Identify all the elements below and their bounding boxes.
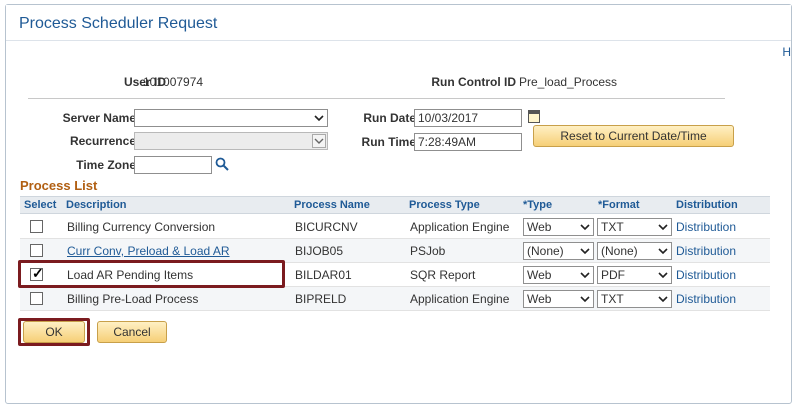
time-zone-input[interactable] (134, 156, 212, 174)
table-row: Billing Pre-Load Process BIPRELD Applica… (20, 287, 770, 311)
format-select[interactable]: PDF (597, 266, 672, 284)
table-row: Billing Currency Conversion BICURCNV App… (20, 215, 770, 239)
select-checkbox[interactable] (30, 244, 43, 257)
column-header-select: Select (24, 199, 57, 211)
distribution-link[interactable]: Distribution (676, 244, 736, 258)
chevron-down-icon (580, 296, 590, 303)
chevron-down-icon (580, 272, 590, 279)
select-checkbox[interactable] (30, 220, 43, 233)
type-select[interactable]: Web (523, 266, 594, 284)
server-name-label: Server Name (62, 111, 136, 125)
type-value: Web (527, 220, 552, 234)
select-checkbox[interactable] (30, 292, 43, 305)
type-value: Web (527, 268, 552, 282)
server-name-select[interactable] (134, 109, 328, 127)
run-time-label: Run Time (361, 135, 416, 149)
format-value: TXT (601, 292, 624, 306)
format-select[interactable]: TXT (597, 218, 672, 236)
chevron-down-icon (658, 224, 668, 231)
ok-button[interactable]: OK (23, 321, 85, 343)
column-header-description: Description (66, 199, 127, 211)
run-date-input[interactable]: 10/03/2017 (414, 109, 522, 127)
page-title: Process Scheduler Request (19, 15, 218, 32)
process-name-cell: BIJOB05 (295, 244, 344, 258)
type-value: Web (527, 292, 552, 306)
process-name-cell: BILDAR01 (295, 268, 352, 282)
description-cell: Billing Currency Conversion (67, 220, 216, 234)
chevron-down-icon (658, 296, 668, 303)
process-type-cell: PSJob (410, 244, 446, 258)
distribution-link[interactable]: Distribution (676, 268, 736, 282)
user-id-value: 101007974 (143, 75, 204, 89)
description-link[interactable]: Curr Conv, Preload & Load AR (67, 244, 230, 258)
process-type-cell: Application Engine (410, 292, 510, 306)
process-type-cell: Application Engine (410, 220, 510, 234)
chevron-down-icon (580, 248, 590, 255)
description-cell: Billing Pre-Load Process (67, 292, 199, 306)
header-divider (28, 98, 725, 99)
process-list-header: Select Description Process Name Process … (20, 196, 770, 214)
chevron-down-icon (312, 134, 326, 148)
chevron-down-icon (658, 272, 668, 279)
recurrence-select[interactable] (134, 132, 328, 150)
format-select[interactable]: (None) (597, 242, 672, 260)
process-name-cell: BIPRELD (295, 292, 347, 306)
reset-date-time-button[interactable]: Reset to Current Date/Time (533, 125, 734, 147)
run-date-value: 10/03/2017 (418, 111, 479, 125)
process-list-title: Process List (20, 178, 98, 193)
chevron-down-icon (314, 115, 324, 122)
format-select[interactable]: TXT (597, 290, 672, 308)
distribution-link[interactable]: Distribution (676, 292, 736, 306)
run-control-id-value: Pre_load_Process (519, 75, 618, 89)
type-select[interactable]: Web (523, 218, 594, 236)
column-header-process-type: Process Type (409, 199, 480, 211)
distribution-link[interactable]: Distribution (676, 220, 736, 234)
type-value: (None) (527, 244, 564, 258)
column-header-type: *Type (523, 199, 553, 211)
search-icon[interactable] (215, 157, 229, 171)
chevron-down-icon (658, 248, 668, 255)
column-header-process-name: Process Name (294, 199, 370, 211)
process-type-cell: SQR Report (410, 268, 476, 282)
recurrence-label: Recurrence (69, 134, 136, 148)
cancel-button[interactable]: Cancel (97, 321, 167, 343)
highlight-selected-row (18, 260, 285, 288)
column-header-format: *Format (598, 199, 640, 211)
help-link[interactable]: H (782, 45, 791, 59)
format-value: TXT (601, 220, 624, 234)
process-name-cell: BICURCNV (295, 220, 358, 234)
calendar-icon[interactable] (528, 110, 540, 123)
run-time-input[interactable]: 7:28:49AM (414, 133, 522, 151)
column-header-distribution: Distribution (676, 199, 738, 211)
run-date-label: Run Date (363, 111, 416, 125)
format-value: PDF (601, 268, 625, 282)
time-zone-label: Time Zone (76, 158, 136, 172)
run-time-value: 7:28:49AM (418, 135, 477, 149)
type-select[interactable]: Web (523, 290, 594, 308)
chevron-down-icon (580, 224, 590, 231)
title-bar: Process Scheduler Request (6, 5, 791, 41)
format-value: (None) (601, 244, 638, 258)
run-control-id-label: Run Control ID (431, 75, 516, 89)
type-select[interactable]: (None) (523, 242, 594, 260)
